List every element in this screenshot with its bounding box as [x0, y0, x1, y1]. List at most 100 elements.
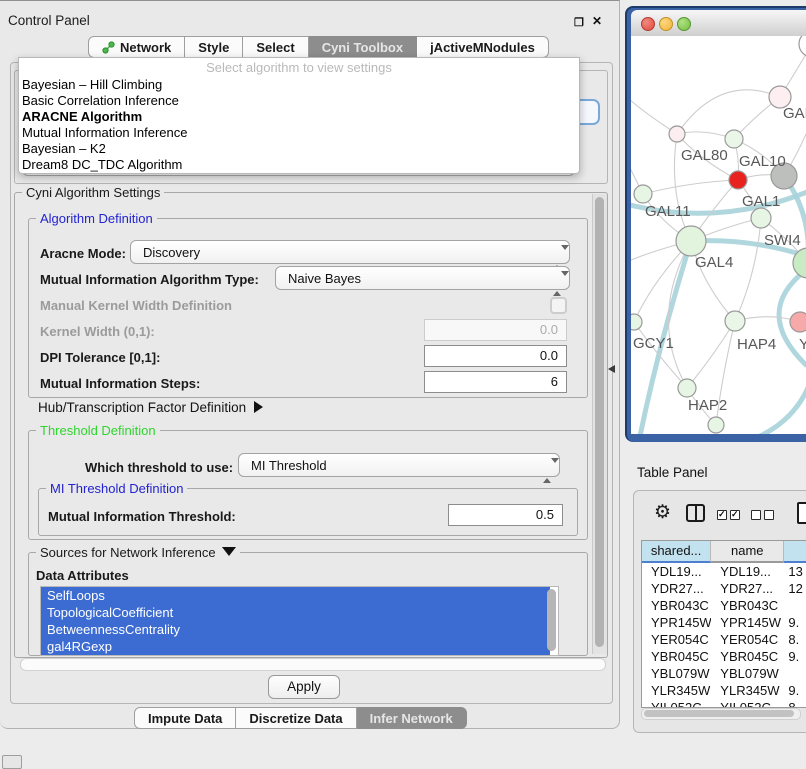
table-cell: YER054C — [711, 631, 784, 648]
hub-transcription-section[interactable]: Hub/Transcription Factor Definition — [38, 400, 263, 415]
mi-threshold-field[interactable]: 0.5 — [448, 504, 563, 526]
tab-label: Infer Network — [370, 711, 453, 726]
dropdown-item-aracne-algorithm[interactable]: ARACNE Algorithm — [19, 109, 579, 125]
tab-impute-data[interactable]: Impute Data — [134, 707, 236, 729]
tab-discretize-data[interactable]: Discretize Data — [236, 707, 356, 729]
mouse-cursor — [608, 365, 615, 373]
apply-button[interactable]: Apply — [268, 675, 340, 699]
node-label-hap4: HAP4 — [737, 336, 776, 353]
kernel-width-field[interactable]: 0.0 — [424, 319, 567, 341]
hide-columns-icon[interactable] — [751, 507, 777, 525]
table-row[interactable]: YDR27...YDR27...12 — [642, 580, 806, 597]
attribute-item-betweennesscentrality[interactable]: BetweennessCentrality — [41, 621, 550, 638]
mi-steps-field[interactable]: 6 — [424, 371, 567, 393]
network-node[interactable] — [678, 379, 696, 397]
mi-algorithm-type-combobox[interactable]: Naive Bayes — [275, 266, 570, 290]
tab-cyni-toolbox[interactable]: Cyni Toolbox — [309, 36, 417, 58]
tab-label: Style — [198, 40, 229, 55]
network-node[interactable] — [631, 314, 642, 330]
table-scrollbar-thumb[interactable] — [644, 710, 794, 717]
table-row[interactable]: YDL19...YDL19...13 — [642, 563, 806, 580]
tab-network[interactable]: Network — [88, 36, 185, 58]
network-node[interactable] — [729, 171, 747, 189]
tab-jactivemnodules[interactable]: jActiveMNodules — [417, 36, 549, 58]
export-table-icon[interactable] — [797, 502, 806, 524]
aracne-mode-combobox[interactable]: Discovery — [130, 240, 570, 264]
network-canvas[interactable]: GALGAL80GAL10GAL1GAL11SWI4GAL4GCY1HAP4YH… — [631, 36, 806, 434]
manual-kernel-width-checkbox[interactable] — [550, 297, 567, 314]
settings-scrollbar[interactable] — [592, 194, 607, 654]
table-row[interactable]: YIL052CYIL052C8 — [642, 699, 806, 708]
tab-style[interactable]: Style — [185, 36, 243, 58]
network-node[interactable] — [676, 226, 706, 256]
network-node[interactable] — [708, 417, 724, 433]
network-node[interactable] — [669, 126, 685, 142]
attribute-item-gal4rgexp[interactable]: gal4RGexp — [41, 638, 550, 655]
dropdown-item-bayesian-hill-climbing[interactable]: Bayesian – Hill Climbing — [19, 77, 579, 93]
table-cell: YDR27... — [642, 580, 711, 597]
zoom-traffic-light-icon[interactable] — [677, 17, 691, 31]
column-header-a[interactable]: A — [784, 541, 806, 563]
network-edge — [760, 378, 806, 434]
settings-horizontal-scrollbar[interactable] — [20, 658, 606, 671]
table-row[interactable]: YBL079WYBL079W — [642, 665, 806, 682]
network-node[interactable] — [790, 312, 806, 332]
close-panel-icon[interactable]: ✕ — [592, 14, 602, 28]
table-cell: YBR045C — [711, 648, 784, 665]
table-cell: YDL19... — [642, 563, 711, 580]
cyni-bottom-tabbar: Impute DataDiscretize Data Infer Network — [134, 707, 467, 729]
expand-arrow-icon[interactable] — [254, 401, 263, 413]
table-row[interactable]: YBR043CYBR043C — [642, 597, 806, 614]
float-window-icon[interactable]: ❐ — [574, 16, 584, 29]
dropdown-item-bayesian-k2[interactable]: Bayesian – K2 — [19, 141, 579, 157]
bottom-left-button-fragment[interactable] — [2, 755, 22, 769]
tab-label: Select — [256, 40, 294, 55]
show-columns-icon[interactable] — [717, 507, 743, 525]
which-threshold-value: MI Threshold — [251, 458, 327, 473]
table-cell: YPR145W — [711, 614, 784, 631]
table-header-row: shared...nameA — [642, 541, 806, 563]
close-traffic-light-icon[interactable] — [641, 17, 655, 31]
sources-title-label: Sources for Network Inference — [40, 545, 216, 560]
node-table[interactable]: shared...nameAYDL19...YDL19...13YDR27...… — [641, 540, 806, 708]
sources-title[interactable]: Sources for Network Inference — [36, 545, 240, 560]
columns-icon[interactable] — [686, 504, 705, 522]
attribute-item-selfloops[interactable]: SelfLoops — [41, 587, 550, 604]
table-cell: YBR043C — [711, 597, 784, 614]
table-cell: YIL052C — [711, 699, 784, 708]
tab-infer-network[interactable]: Infer Network — [357, 707, 467, 729]
settings-scrollbar-thumb[interactable] — [595, 197, 604, 647]
control-panel-tabbar: Network Style Select Cyni ToolboxjActiveMNo… — [88, 36, 549, 58]
column-header-name[interactable]: name — [711, 541, 784, 563]
network-edge — [643, 180, 738, 194]
network-icon — [102, 41, 115, 54]
table-horizontal-scrollbar[interactable] — [641, 708, 801, 720]
table-cell: YBR043C — [642, 597, 711, 614]
dpi-tolerance-field[interactable]: 0.0 — [424, 345, 567, 367]
attribute-item-topologicalcoefficient[interactable]: TopologicalCoefficient — [41, 604, 550, 621]
network-node[interactable] — [634, 185, 652, 203]
network-window-titlebar[interactable] — [631, 10, 806, 37]
dropdown-item-mutual-information-inference[interactable]: Mutual Information Inference — [19, 125, 579, 141]
table-row[interactable]: YLR345WYLR345W9. — [642, 682, 806, 699]
table-row[interactable]: YPR145WYPR145W9. — [642, 614, 806, 631]
data-attributes-list[interactable]: SelfLoopsTopologicalCoefficientBetweenne… — [40, 586, 559, 656]
table-row[interactable]: YER054CYER054C8. — [642, 631, 806, 648]
dropdown-item-basic-correlation-inference[interactable]: Basic Correlation Inference — [19, 93, 579, 109]
network-node[interactable] — [799, 36, 806, 57]
dropdown-item-dream8-dc-tdc-algorithm[interactable]: Dream8 DC_TDC Algorithm — [19, 157, 579, 173]
collapse-arrow-icon[interactable] — [222, 547, 236, 556]
network-node[interactable] — [725, 311, 745, 331]
network-node[interactable] — [751, 208, 771, 228]
node-label-hap2: HAP2 — [688, 397, 727, 414]
table-cell: YIL052C — [642, 699, 711, 708]
network-node[interactable] — [725, 130, 743, 148]
which-threshold-combobox[interactable]: MI Threshold — [238, 453, 560, 477]
attributes-scrollbar-thumb[interactable] — [547, 589, 556, 651]
gear-icon[interactable]: ⚙ — [654, 501, 671, 524]
table-cell: YBL079W — [642, 665, 711, 682]
table-row[interactable]: YBR045CYBR045C9. — [642, 648, 806, 665]
minimize-traffic-light-icon[interactable] — [659, 17, 673, 31]
column-header-shared[interactable]: shared... — [642, 541, 711, 563]
tab-select[interactable]: Select — [243, 36, 308, 58]
